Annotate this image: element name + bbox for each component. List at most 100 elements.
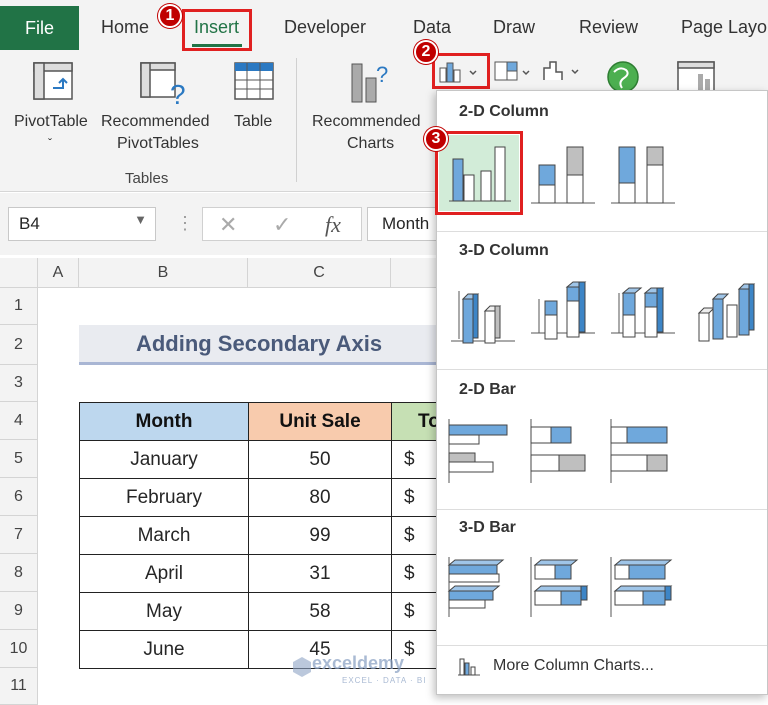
cell-unit-sale[interactable]: 31 [248, 554, 392, 593]
tab-draw[interactable]: Draw [493, 17, 535, 38]
clustered-bar-icon [448, 419, 508, 483]
recommended-pivot-label-2: PivotTables [117, 135, 199, 152]
step-marker-1: 1 [158, 4, 182, 28]
tab-data[interactable]: Data [413, 17, 451, 38]
column-header-d[interactable] [391, 258, 439, 288]
cell-currency[interactable]: $ [391, 440, 439, 479]
step-marker-3: 3 [424, 127, 448, 151]
name-box[interactable]: B4 ▼ [8, 207, 156, 241]
formula-bar-grip-icon: ⋮ [176, 213, 194, 233]
section-3d-bar: 3-D Bar [459, 519, 516, 536]
cell-month[interactable]: January [79, 440, 249, 479]
section-2d-bar: 2-D Bar [459, 381, 516, 398]
row-header-2[interactable]: 2 [0, 325, 38, 365]
tab-developer[interactable]: Developer [284, 17, 366, 38]
watermark-name: exceldemy [312, 653, 405, 673]
chevron-down-icon[interactable]: ˇ [48, 132, 52, 154]
hierarchy-chart-icon[interactable] [494, 60, 536, 84]
pivot-table-icon [33, 62, 73, 100]
3d-stacked-bar-icon [530, 557, 589, 617]
formula-buttons: ✕ ✓ fx [202, 207, 362, 241]
name-box-dropdown-icon[interactable]: ▼ [134, 212, 147, 227]
3d-column-icon [697, 283, 756, 342]
stacked-bar-icon [530, 419, 586, 483]
cancel-icon[interactable]: ✕ [219, 212, 237, 238]
svg-text:?: ? [376, 62, 388, 87]
3d-stacked-column-icon [531, 281, 595, 340]
3d-stacked-column-option[interactable] [529, 279, 597, 347]
row-header-11[interactable]: 11 [0, 668, 38, 705]
cell-month[interactable]: April [79, 554, 249, 593]
cell-month[interactable]: June [79, 630, 249, 669]
sheet-title-cell[interactable]: Adding Secondary Axis [79, 325, 439, 365]
section-divider [437, 509, 767, 510]
tab-home[interactable]: Home [101, 17, 149, 38]
cell-month[interactable]: March [79, 516, 249, 555]
column-header-c[interactable]: C [248, 258, 391, 288]
cell-currency[interactable]: $ [391, 478, 439, 517]
stacked-column-icon [531, 146, 595, 204]
stacked-100-bar-option[interactable] [609, 417, 677, 485]
row-header-1[interactable]: 1 [0, 288, 38, 325]
cell-unit-sale[interactable]: 99 [248, 516, 392, 555]
stacked-100-column-option[interactable] [609, 139, 677, 207]
stacked-column-option[interactable] [529, 139, 597, 207]
clustered-bar-option[interactable] [447, 417, 515, 485]
section-2d-column: 2-D Column [459, 103, 549, 120]
row-header-6[interactable]: 6 [0, 478, 38, 516]
watermark-tagline: EXCEL · DATA · BI [342, 676, 427, 685]
header-month[interactable]: Month [79, 402, 249, 441]
section-divider [437, 231, 767, 232]
section-3d-column: 3-D Column [459, 242, 549, 259]
3d-clustered-column-icon [451, 291, 515, 344]
cell-month[interactable]: May [79, 592, 249, 631]
row-header-4[interactable]: 4 [0, 402, 38, 440]
3d-stacked-bar-option[interactable] [529, 553, 597, 621]
3d-stacked-100-bar-option[interactable] [609, 553, 677, 621]
tab-file[interactable]: File [0, 6, 79, 50]
row-header-5[interactable]: 5 [0, 440, 38, 478]
recommended-charts-icon: ? [351, 62, 388, 103]
cell-currency[interactable]: $ [391, 554, 439, 593]
stacked-bar-option[interactable] [529, 417, 597, 485]
header-total[interactable]: Tot [391, 402, 439, 441]
cell-month[interactable]: February [79, 478, 249, 517]
tab-insert[interactable]: Insert [194, 17, 239, 38]
cell-unit-sale[interactable]: 50 [248, 440, 392, 479]
tab-page-layout[interactable]: Page Layo [681, 17, 767, 38]
table-label: Table [234, 113, 273, 130]
pivot-table-label: PivotTable [14, 113, 88, 130]
cell-currency[interactable]: $ [391, 516, 439, 555]
3d-stacked-100-column-icon [611, 287, 675, 338]
row-header-9[interactable]: 9 [0, 592, 38, 630]
3d-stacked-100-bar-icon [610, 557, 673, 617]
select-all-corner[interactable] [0, 258, 38, 288]
enter-icon[interactable]: ✓ [273, 212, 291, 238]
3d-column-option[interactable] [691, 279, 759, 347]
insert-function-icon[interactable]: fx [325, 212, 341, 238]
3d-clustered-column-option[interactable] [449, 279, 517, 347]
step-marker-2: 2 [414, 40, 438, 64]
row-header-10[interactable]: 10 [0, 630, 38, 668]
stacked-100-column-icon [611, 146, 675, 204]
cell-currency[interactable]: $ [391, 592, 439, 631]
svg-text:?: ? [170, 79, 186, 106]
3d-clustered-bar-option[interactable] [447, 553, 515, 621]
header-unit-sale[interactable]: Unit Sale [248, 402, 392, 441]
cell-unit-sale[interactable]: 58 [248, 592, 392, 631]
recommended-charts-label-2: Charts [347, 135, 395, 152]
cell-unit-sale[interactable]: 80 [248, 478, 392, 517]
column-chart-highlight [432, 53, 490, 89]
row-header-3[interactable]: 3 [0, 365, 38, 402]
column-header-a[interactable]: A [38, 258, 79, 288]
section-divider [437, 369, 767, 370]
row-header-7[interactable]: 7 [0, 516, 38, 554]
tables-group-label: Tables [125, 170, 169, 187]
ribbon-group-divider [296, 58, 297, 182]
globe-icon[interactable] [606, 60, 640, 94]
column-header-b[interactable]: B [79, 258, 248, 288]
3d-stacked-100-column-option[interactable] [609, 279, 677, 347]
tab-review[interactable]: Review [579, 17, 638, 38]
waterfall-chart-icon[interactable] [542, 58, 584, 84]
row-header-8[interactable]: 8 [0, 554, 38, 592]
